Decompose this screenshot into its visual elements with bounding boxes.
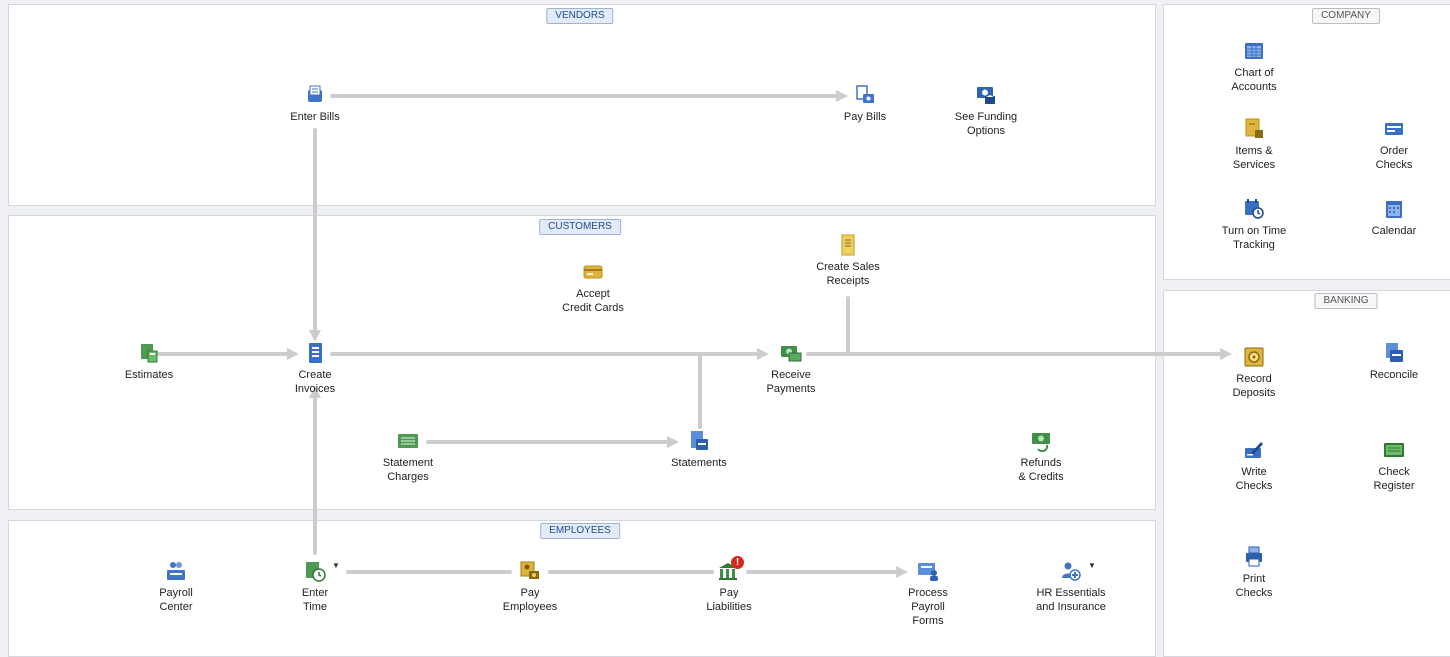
enter-bills-label: Enter Bills [290, 111, 340, 123]
reconcile-label: Reconcile [1369, 369, 1419, 381]
process-payroll-forms-button[interactable]: Process Payroll Forms [863, 560, 993, 628]
banking-section-tab: BANKING [1314, 293, 1378, 309]
hr-essentials-icon [1062, 562, 1081, 581]
pay-bills-button[interactable]: Pay Bills [800, 84, 930, 124]
chart-of-accounts-label: Chart of Accounts [1231, 67, 1277, 93]
pay-employees-button[interactable]: Pay Employees [465, 560, 595, 614]
process-payroll-forms-label: Process Payroll Forms [908, 587, 948, 627]
reconcile-button[interactable]: Reconcile [1329, 342, 1450, 382]
write-checks-button[interactable]: Write Checks [1189, 439, 1319, 493]
employees-section-tab: EMPLOYEES [540, 523, 620, 539]
write-checks-label: Write Checks [1235, 466, 1273, 492]
accept-credit-cards-label: Accept Credit Cards [562, 288, 624, 314]
chart-of-accounts-button[interactable]: Chart of Accounts [1189, 40, 1319, 94]
payroll-forms-icon [918, 563, 938, 581]
pay-employees-label: Pay Employees [502, 587, 558, 613]
invoice-icon [309, 343, 322, 363]
payroll-center-button[interactable]: Payroll Center [111, 560, 241, 614]
customers-section-tab: CUSTOMERS [539, 219, 621, 235]
sales-receipt-icon [841, 234, 855, 256]
calendar-icon [1386, 201, 1402, 218]
see-funding-options-label: See Funding Options [954, 111, 1018, 137]
items-services-button[interactable]: Items & Services [1189, 118, 1319, 172]
check-register-icon [1384, 443, 1404, 457]
refunds-credits-icon [1032, 433, 1050, 452]
hr-essentials-dropdown-icon[interactable]: ▼ [1088, 561, 1096, 570]
order-checks-icon [1385, 123, 1403, 135]
print-checks-icon [1246, 546, 1262, 567]
statement-charges-label: Statement Charges [382, 457, 434, 483]
estimates-label: Estimates [124, 369, 174, 381]
statement-charges-icon [398, 434, 418, 448]
calendar-button[interactable]: Calendar [1329, 198, 1450, 238]
items-services-icon [1245, 118, 1263, 138]
check-register-label: Check Register [1373, 466, 1415, 492]
turn-on-time-tracking-button[interactable]: Turn on Time Tracking [1189, 198, 1319, 252]
order-checks-label: Order Checks [1375, 145, 1413, 171]
statements-icon [691, 431, 708, 450]
enter-time-label: Enter Time [301, 587, 329, 613]
statements-button[interactable]: Statements [634, 430, 764, 470]
hr-essentials-button[interactable]: HR Essentials and Insurance [1006, 560, 1136, 614]
enter-time-dropdown-icon[interactable]: ▼ [332, 561, 340, 570]
enter-bills-icon [308, 85, 322, 102]
credit-card-icon [583, 265, 603, 279]
create-sales-receipts-button[interactable]: Create Sales Receipts [783, 234, 913, 288]
time-tracking-icon [1245, 199, 1264, 219]
statement-charges-button[interactable]: Statement Charges [343, 430, 473, 484]
create-sales-receipts-label: Create Sales Receipts [816, 261, 880, 287]
items-services-label: Items & Services [1232, 145, 1276, 171]
record-deposits-icon [1244, 347, 1264, 367]
statements-label: Statements [671, 457, 727, 469]
create-invoices-button[interactable]: Create Invoices [250, 342, 380, 396]
refunds-credits-button[interactable]: Refunds & Credits [976, 430, 1106, 484]
pay-liabilities-button[interactable]: Pay Liabilities [664, 560, 794, 614]
payroll-center-icon [167, 562, 185, 580]
pay-liabilities-label: Pay Liabilities [706, 587, 752, 613]
calendar-label: Calendar [1371, 225, 1417, 237]
hr-essentials-label: HR Essentials and Insurance [1036, 587, 1106, 613]
estimates-icon [141, 344, 158, 363]
refunds-credits-label: Refunds & Credits [1018, 457, 1064, 483]
record-deposits-label: Record Deposits [1232, 373, 1276, 399]
pay-bills-label: Pay Bills [843, 111, 887, 123]
payroll-center-label: Payroll Center [159, 587, 193, 613]
order-checks-button[interactable]: Order Checks [1329, 118, 1450, 172]
create-invoices-label: Create Invoices [294, 369, 336, 395]
receive-payments-label: Receive Payments [766, 369, 816, 395]
turn-on-time-tracking-label: Turn on Time Tracking [1221, 225, 1287, 251]
enter-time-icon [306, 562, 326, 582]
estimates-button[interactable]: Estimates [84, 342, 214, 382]
see-funding-options-button[interactable]: See Funding Options [921, 84, 1051, 138]
chart-of-accounts-icon [1245, 43, 1263, 59]
check-register-button[interactable]: Check Register [1329, 439, 1450, 493]
enter-bills-button[interactable]: Enter Bills [250, 84, 380, 124]
vendors-section-tab: VENDORS [546, 8, 614, 24]
print-checks-label: Print Checks [1235, 573, 1273, 599]
pay-liabilities-alert-badge: ! [731, 556, 744, 569]
company-section-tab: COMPANY [1312, 8, 1380, 24]
pay-employees-icon [520, 561, 539, 579]
funding-options-icon [977, 87, 995, 104]
enter-time-button[interactable]: Enter Time [250, 560, 380, 614]
pay-bills-icon [856, 85, 874, 103]
print-checks-button[interactable]: Print Checks [1189, 546, 1319, 600]
record-deposits-button[interactable]: Record Deposits [1189, 346, 1319, 400]
receive-payments-icon [781, 346, 802, 362]
receive-payments-button[interactable]: Receive Payments [726, 342, 856, 396]
write-checks-icon [1245, 442, 1263, 458]
accept-credit-cards-button[interactable]: Accept Credit Cards [528, 261, 658, 315]
reconcile-icon [1386, 343, 1403, 362]
